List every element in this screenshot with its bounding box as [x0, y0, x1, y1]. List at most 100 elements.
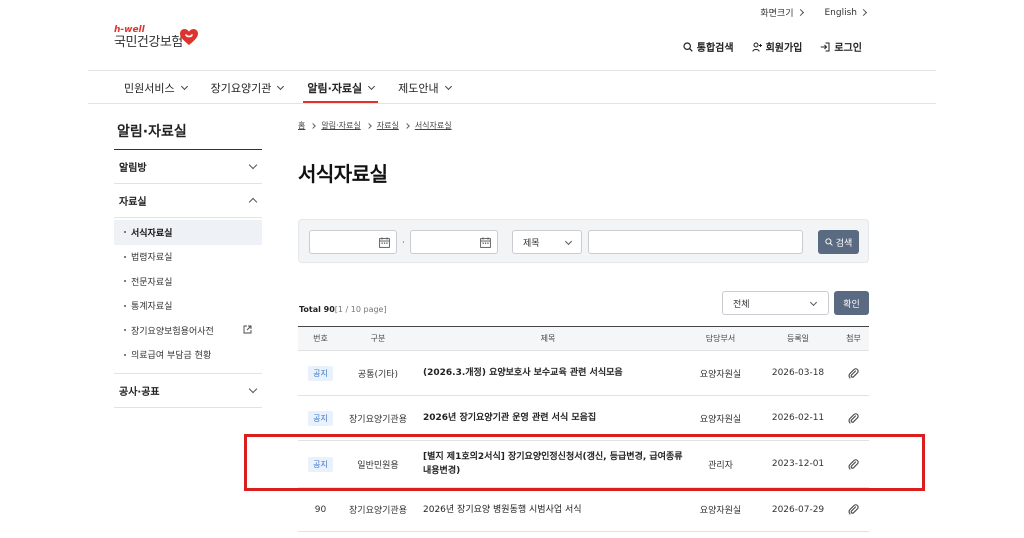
- chevron-right-icon: [403, 122, 410, 129]
- divider: [88, 103, 936, 104]
- confirm-button[interactable]: 확인: [834, 291, 869, 315]
- paperclip-icon: [848, 504, 859, 515]
- chevron-up-icon: [248, 197, 258, 207]
- highlight-box: [244, 434, 925, 491]
- login-link[interactable]: 로그인: [820, 39, 862, 54]
- sidebar-item-laws[interactable]: 법령자료실: [114, 245, 262, 270]
- attachment-button[interactable]: [838, 412, 869, 424]
- column-header-title: 제목: [540, 334, 556, 343]
- search-icon: [683, 41, 693, 52]
- sidebar-item-glossary[interactable]: 장기요양보험용어사전: [114, 318, 262, 343]
- sidebar-item-forms[interactable]: 서식자료실: [114, 220, 262, 245]
- search-field-select[interactable]: 제목: [512, 230, 582, 254]
- table-row: 90 장기요양기관용 2026년 장기요양 병원동행 시범사업 서식 요양자원실…: [298, 488, 869, 532]
- sidebar-item-statistics[interactable]: 통계자료실: [114, 294, 262, 319]
- sidebar-item-medical-aid[interactable]: 의료급여 부담금 현황: [114, 343, 262, 368]
- column-header-dept: 담당부서: [705, 334, 736, 343]
- page-info: [1 / 10 page]: [334, 305, 387, 314]
- page-title: 서식자료실: [298, 162, 388, 186]
- heart-icon: [180, 29, 198, 45]
- row-dept: 요양자원실: [699, 369, 742, 380]
- chevron-right-icon: [859, 8, 868, 17]
- attachment-button[interactable]: [838, 504, 869, 515]
- bullet-icon: [124, 255, 126, 258]
- chevron-down-icon: [248, 160, 258, 170]
- sidebar-title: 알림·자료실: [117, 124, 187, 140]
- table-header: 번호 구분 제목 담당부서 등록일 첨부: [298, 327, 869, 351]
- logo-sub: h-well: [114, 25, 145, 35]
- paperclip-icon: [848, 412, 859, 424]
- language-link[interactable]: English: [825, 6, 868, 19]
- bullet-icon: [124, 353, 126, 356]
- user-add-icon: [751, 42, 762, 52]
- bullet-icon: [124, 329, 126, 332]
- chevron-right-icon: [310, 122, 317, 129]
- font-size-control[interactable]: 화면크기: [760, 6, 804, 19]
- signup-link[interactable]: 회원가입: [751, 39, 802, 54]
- sidebar-sub-list: 서식자료실 법령자료실 전문자료실 통계자료실 장기요양보험용어사전 의료급여 …: [114, 218, 262, 374]
- breadcrumb-item[interactable]: 알림·자료실: [321, 120, 360, 131]
- sidebar-section-archive[interactable]: 자료실: [114, 184, 262, 218]
- chevron-down-icon: [277, 82, 285, 90]
- external-link-icon: [243, 325, 252, 334]
- bullet-icon: [124, 304, 126, 307]
- attachment-button[interactable]: [838, 367, 869, 379]
- search-panel: · 제목 검색: [298, 219, 869, 263]
- total-count: Total 90[1 / 10 page]: [299, 305, 387, 314]
- gnb-item-notice-archive[interactable]: 알림·자료실: [295, 72, 386, 103]
- start-date-input[interactable]: [309, 230, 397, 254]
- column-header-category: 구분: [370, 334, 386, 343]
- column-header-attachment: 첨부: [846, 334, 861, 343]
- sidebar-section-notice[interactable]: 알림방: [114, 150, 262, 184]
- row-dept: 요양자원실: [699, 414, 742, 425]
- search-input[interactable]: [588, 230, 803, 254]
- forms-table: 번호 구분 제목 담당부서 등록일 첨부 공지 공통(기타) (2026.3.개…: [298, 326, 869, 532]
- column-header-no: 번호: [313, 334, 328, 343]
- breadcrumb: 홈 알림·자료실 자료실 서식자료실: [298, 120, 452, 131]
- breadcrumb-item[interactable]: 자료실: [377, 120, 399, 131]
- chevron-right-icon: [365, 122, 372, 129]
- notice-badge: 공지: [308, 365, 333, 381]
- row-category: 장기요양기관용: [349, 414, 407, 425]
- breadcrumb-current[interactable]: 서식자료실: [415, 120, 452, 131]
- sidebar-section-public[interactable]: 공사·공표: [114, 374, 262, 408]
- breadcrumb-home[interactable]: 홈: [298, 120, 305, 131]
- search-link[interactable]: 통합검색: [683, 39, 734, 54]
- site-logo[interactable]: h-well 국민건강보험: [114, 25, 198, 51]
- chevron-right-icon: [796, 8, 804, 17]
- date-separator: ·: [402, 238, 405, 248]
- main-navigation: 민원서비스 장기요양기관 알림·자료실 제도안내: [112, 72, 463, 103]
- row-category: 공통(기타): [357, 369, 399, 380]
- gnb-item-system-guide[interactable]: 제도안내: [386, 72, 462, 103]
- sidebar: 알림방 자료실 서식자료실 법령자료실 전문자료실 통계자료실 장기요양보험용어…: [114, 149, 262, 408]
- category-filter-select[interactable]: 전체: [722, 291, 829, 315]
- chevron-down-icon: [809, 298, 818, 307]
- chevron-down-icon: [180, 82, 188, 90]
- column-header-date: 등록일: [786, 334, 810, 343]
- row-title-link[interactable]: (2026.3.개정) 요양보호사 보수교육 관련 서식모음: [413, 366, 683, 380]
- bullet-icon: [124, 280, 126, 283]
- search-button[interactable]: 검색: [818, 230, 859, 254]
- chevron-down-icon: [248, 384, 258, 394]
- row-title-link[interactable]: 2026년 장기요양 병원동행 시범사업 서식: [413, 503, 683, 517]
- paperclip-icon: [848, 367, 859, 379]
- utility-bar: 화면크기 English: [760, 6, 868, 19]
- gnb-item-civil-service[interactable]: 민원서비스: [112, 72, 199, 103]
- table-row: 공지 공통(기타) (2026.3.개정) 요양보호사 보수교육 관련 서식모음…: [298, 351, 869, 396]
- notice-badge: 공지: [308, 410, 333, 426]
- row-date: 2026-07-29: [771, 504, 825, 515]
- header-actions: 통합검색 회원가입 로그인: [683, 39, 862, 54]
- row-title-link[interactable]: 2026년 장기요양기관 운영 관련 서식 모음집: [413, 411, 683, 425]
- row-date: 2026-03-18: [771, 368, 825, 378]
- sidebar-item-expert[interactable]: 전문자료실: [114, 269, 262, 294]
- gnb-item-care-institution[interactable]: 장기요양기관: [199, 72, 296, 103]
- row-dept: 요양자원실: [699, 506, 742, 516]
- chevron-down-icon: [564, 237, 573, 246]
- search-icon: [825, 238, 833, 246]
- divider: [88, 70, 936, 71]
- logo-main: 국민건강보험: [114, 35, 183, 50]
- chevron-down-icon: [444, 82, 452, 90]
- end-date-input[interactable]: [410, 230, 498, 254]
- bullet-icon: [124, 231, 126, 234]
- row-category: 장기요양기관용: [349, 506, 407, 516]
